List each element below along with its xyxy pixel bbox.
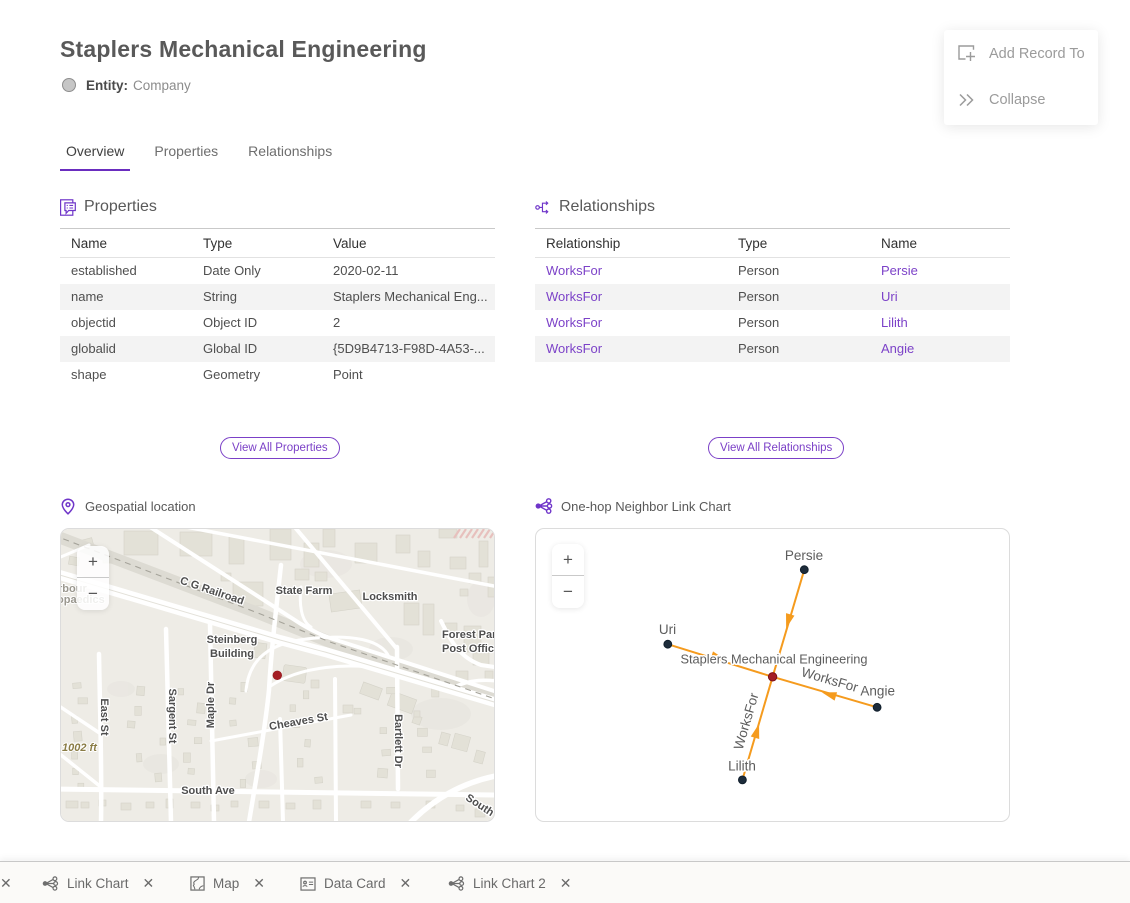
svg-text:Sargent St: Sargent St bbox=[166, 688, 178, 743]
svg-text:Maple Dr: Maple Dr bbox=[205, 681, 217, 728]
svg-text:Forest Par: Forest Par bbox=[442, 629, 494, 641]
svg-text:Angie: Angie bbox=[860, 684, 895, 699]
svg-text:Building: Building bbox=[210, 648, 254, 660]
svg-text:State Farm: State Farm bbox=[276, 585, 333, 597]
svg-text:East St: East St bbox=[98, 698, 110, 736]
svg-text:Steinberg: Steinberg bbox=[207, 634, 258, 646]
svg-text:South Ave: South Ave bbox=[181, 785, 235, 797]
svg-text:Staplers Mechanical Engineerin: Staplers Mechanical Engineering bbox=[680, 652, 867, 667]
svg-text:Lilith: Lilith bbox=[728, 759, 756, 774]
svg-text:Post Offic: Post Offic bbox=[442, 643, 494, 655]
svg-text:WorksFor: WorksFor bbox=[800, 664, 861, 695]
svg-text:Bartlett Dr: Bartlett Dr bbox=[392, 714, 404, 769]
svg-text:Uri: Uri bbox=[659, 622, 676, 637]
svg-text:Locksmith: Locksmith bbox=[362, 591, 417, 603]
svg-text:1002 ft: 1002 ft bbox=[62, 742, 98, 754]
svg-text:WorksFor: WorksFor bbox=[731, 691, 762, 752]
svg-text:Persie: Persie bbox=[785, 548, 823, 563]
